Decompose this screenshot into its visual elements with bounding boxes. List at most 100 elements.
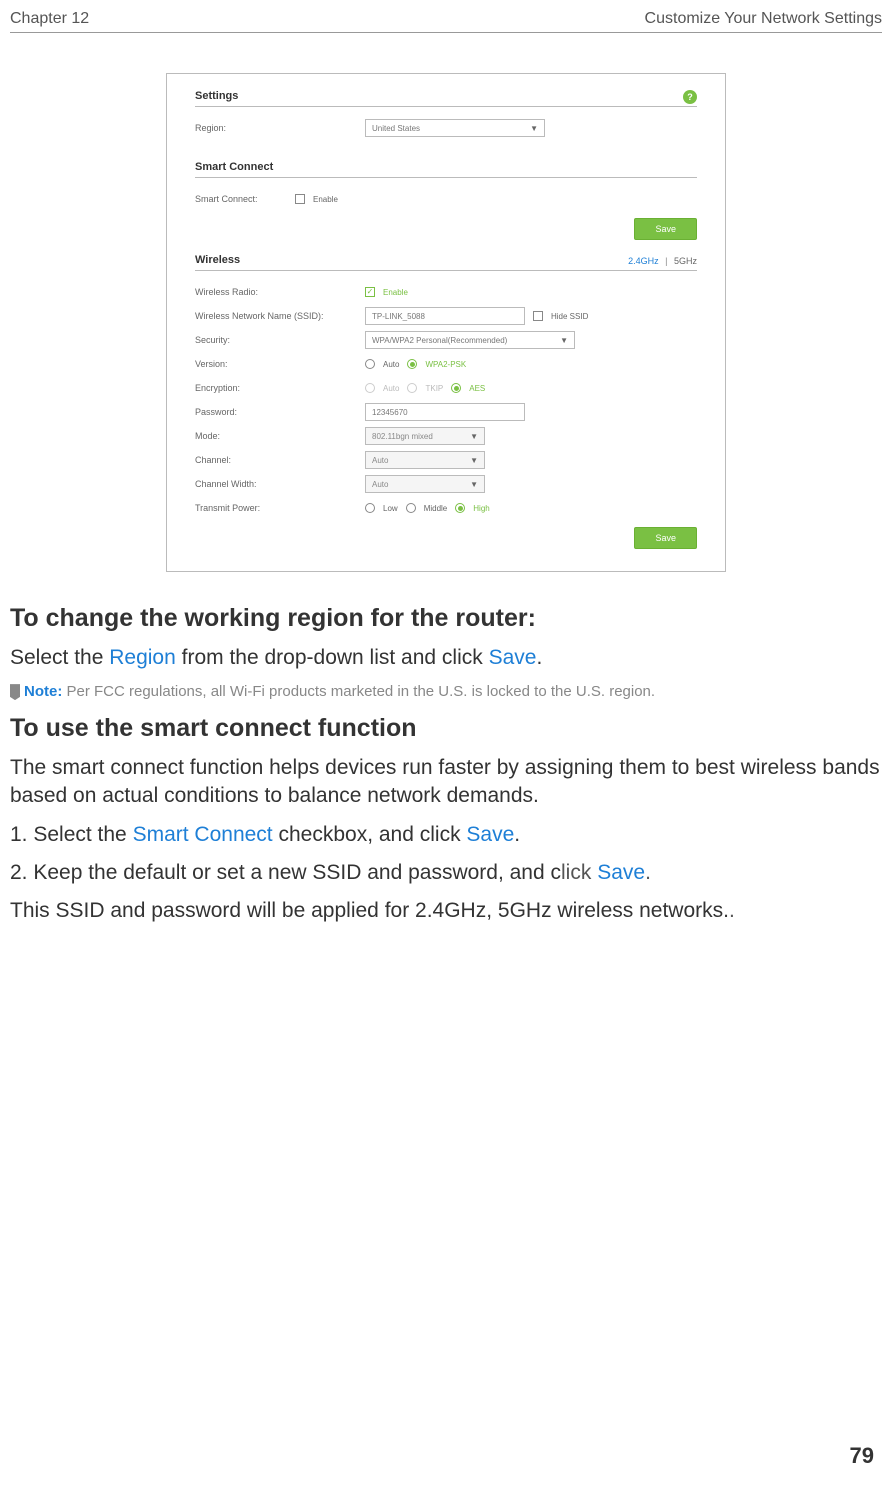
smart-connect-label: Smart Connect:: [195, 194, 295, 204]
page-number: 79: [850, 1443, 874, 1469]
save-button[interactable]: Save: [634, 218, 697, 240]
region-row: Region: United States ▼: [195, 117, 697, 139]
smart-connect-row: Smart Connect: Enable: [195, 188, 697, 210]
tab-5ghz[interactable]: 5GHz: [674, 256, 697, 266]
region-label: Region:: [195, 123, 365, 133]
ssid-value: TP-LINK_5088: [372, 312, 425, 321]
channel-width-row: Channel Width: Auto ▼: [195, 473, 697, 495]
region-value: United States: [372, 124, 420, 133]
channel-value: Auto: [372, 456, 388, 465]
version-row: Version: Auto WPA2-PSK: [195, 353, 697, 375]
version-wpa2-label: WPA2-PSK: [425, 360, 466, 369]
wireless-rule: [195, 270, 697, 271]
note-line: Note: Per FCC regulations, all Wi-Fi pro…: [10, 682, 882, 702]
security-label: Security:: [195, 335, 365, 345]
channel-width-value: Auto: [372, 480, 388, 489]
security-select[interactable]: WPA/WPA2 Personal(Recommended) ▼: [365, 331, 575, 349]
security-row: Security: WPA/WPA2 Personal(Recommended)…: [195, 329, 697, 351]
wireless-title: Wireless: [195, 254, 240, 266]
power-low-radio[interactable]: [365, 503, 375, 513]
wireless-radio-row: Wireless Radio: ✓ Enable: [195, 281, 697, 303]
security-value: WPA/WPA2 Personal(Recommended): [372, 336, 507, 345]
password-label: Password:: [195, 407, 365, 417]
channel-width-select[interactable]: Auto ▼: [365, 475, 485, 493]
link-region: Region: [109, 646, 176, 669]
save-button[interactable]: Save: [634, 527, 697, 549]
mode-label: Mode:: [195, 431, 365, 441]
p-smart-desc: The smart connect function helps devices…: [10, 754, 882, 811]
power-middle-label: Middle: [424, 504, 448, 513]
channel-width-label: Channel Width:: [195, 479, 365, 489]
mode-select[interactable]: 802.11bgn mixed ▼: [365, 427, 485, 445]
transmit-power-label: Transmit Power:: [195, 503, 365, 513]
wireless-radio-checkbox[interactable]: ✓: [365, 287, 375, 297]
power-high-radio[interactable]: [455, 503, 465, 513]
power-high-label: High: [473, 504, 489, 513]
mode-row: Mode: 802.11bgn mixed ▼: [195, 425, 697, 447]
smart-connect-enable-label: Enable: [313, 195, 338, 204]
settings-title: Settings: [195, 90, 697, 102]
smart-connect-title: Smart Connect: [195, 161, 697, 173]
encryption-row: Encryption: Auto TKIP AES: [195, 377, 697, 399]
hide-ssid-label: Hide SSID: [551, 312, 588, 321]
encryption-auto-label: Auto: [383, 384, 399, 393]
heading-smart: To use the smart connect function: [10, 712, 882, 746]
hide-ssid-checkbox[interactable]: [533, 311, 543, 321]
note-label: Note:: [24, 683, 62, 700]
settings-panel: ? Settings Region: United States ▼ Smart…: [166, 73, 726, 572]
p-final: This SSID and password will be applied f…: [10, 897, 882, 925]
channel-select[interactable]: Auto ▼: [365, 451, 485, 469]
encryption-tkip-label: TKIP: [425, 384, 443, 393]
version-wpa2-radio[interactable]: [407, 359, 417, 369]
encryption-aes-radio[interactable]: [451, 383, 461, 393]
ssid-input[interactable]: TP-LINK_5088: [365, 307, 525, 325]
mode-value: 802.11bgn mixed: [372, 432, 433, 441]
encryption-tkip-radio[interactable]: [407, 383, 417, 393]
wireless-radio-label: Wireless Radio:: [195, 287, 365, 297]
page-header: Chapter 12 Customize Your Network Settin…: [0, 0, 892, 32]
help-icon[interactable]: ?: [683, 90, 697, 104]
encryption-auto-radio[interactable]: [365, 383, 375, 393]
chevron-down-icon: ▼: [560, 336, 568, 345]
settings-rule: [195, 106, 697, 107]
ssid-label: Wireless Network Name (SSID):: [195, 311, 365, 321]
wireless-radio-enable: Enable: [383, 288, 408, 297]
encryption-label: Encryption:: [195, 383, 365, 393]
heading-region: To change the working region for the rou…: [10, 602, 882, 636]
link-save: Save: [489, 646, 537, 669]
link-save: Save: [597, 861, 645, 884]
power-low-label: Low: [383, 504, 398, 513]
chevron-down-icon: ▼: [530, 124, 538, 133]
band-sep: |: [665, 256, 667, 266]
pencil-icon: [10, 684, 20, 700]
tab-2-4ghz[interactable]: 2.4GHz: [628, 256, 659, 266]
password-value: 12345670: [372, 408, 408, 417]
header-rule: [10, 32, 882, 33]
ssid-row: Wireless Network Name (SSID): TP-LINK_50…: [195, 305, 697, 327]
chevron-down-icon: ▼: [470, 480, 478, 489]
encryption-aes-label: AES: [469, 384, 485, 393]
section-label: Customize Your Network Settings: [645, 10, 882, 28]
li-1: 1. Select the Smart Connect checkbox, an…: [10, 821, 882, 849]
version-auto-radio[interactable]: [365, 359, 375, 369]
channel-row: Channel: Auto ▼: [195, 449, 697, 471]
password-row: Password: 12345670: [195, 401, 697, 423]
link-smart-connect: Smart Connect: [133, 823, 273, 846]
transmit-power-row: Transmit Power: Low Middle High: [195, 497, 697, 519]
chevron-down-icon: ▼: [470, 432, 478, 441]
band-tabs: 2.4GHz | 5GHz: [628, 256, 697, 266]
smart-connect-checkbox[interactable]: [295, 194, 305, 204]
chapter-label: Chapter 12: [10, 10, 89, 28]
smart-connect-rule: [195, 177, 697, 178]
body-text: To change the working region for the rou…: [0, 602, 892, 926]
chevron-down-icon: ▼: [470, 456, 478, 465]
note-text: Per FCC regulations, all Wi-Fi products …: [62, 683, 655, 700]
channel-label: Channel:: [195, 455, 365, 465]
link-save: Save: [466, 823, 514, 846]
region-select[interactable]: United States ▼: [365, 119, 545, 137]
p-region: Select the Region from the drop-down lis…: [10, 644, 882, 672]
password-input[interactable]: 12345670: [365, 403, 525, 421]
power-middle-radio[interactable]: [406, 503, 416, 513]
version-auto-label: Auto: [383, 360, 399, 369]
li-2: 2. Keep the default or set a new SSID an…: [10, 859, 882, 887]
